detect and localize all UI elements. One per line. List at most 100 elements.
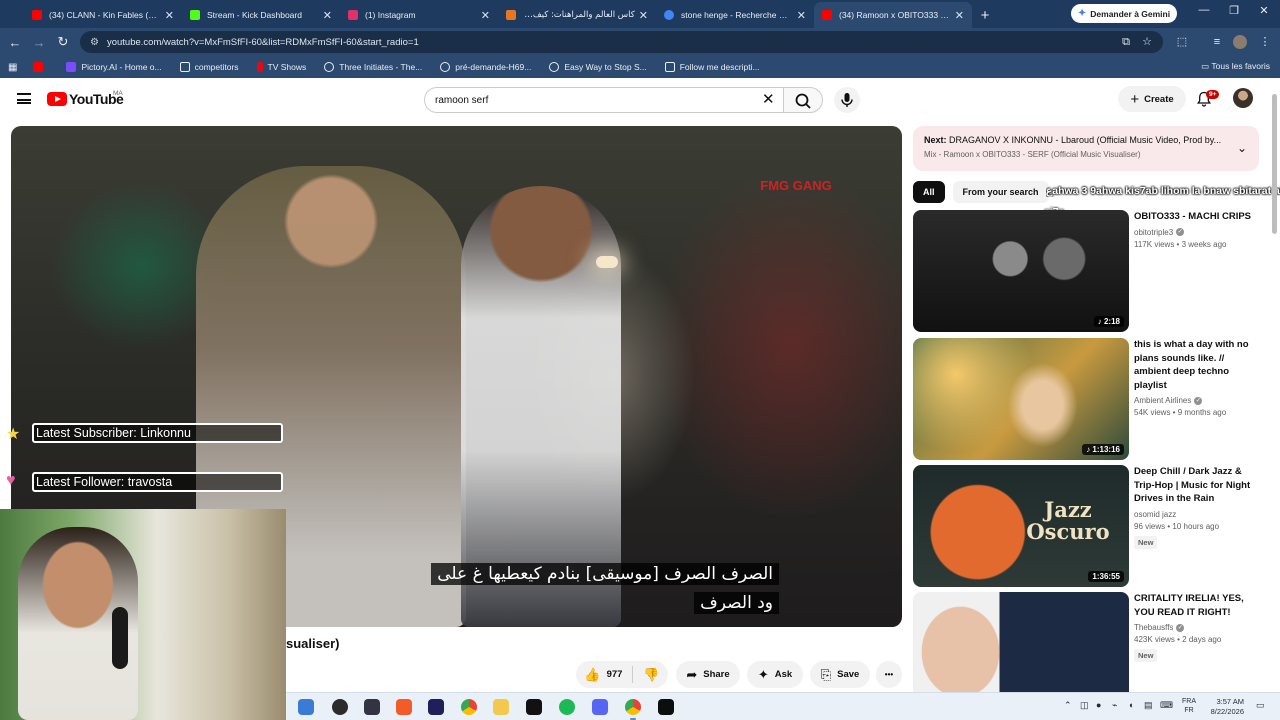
apps-grid-icon[interactable]: ▦	[8, 62, 17, 73]
search-button[interactable]	[783, 87, 823, 113]
notification-count-badge: 9+	[1206, 90, 1220, 99]
reading-list-icon[interactable]: ≡	[1210, 35, 1224, 49]
new-tab-button[interactable]: +	[972, 2, 998, 28]
browser-tab-5[interactable]: stone henge - Recherche Goog ✕	[656, 2, 814, 28]
tray-network-icon[interactable]: ▤	[1144, 700, 1153, 711]
recommendation-item[interactable]: ♪ 2:18 OBITO333 - MACHI CRIPS obitotripl…	[913, 210, 1263, 332]
close-tab-icon[interactable]: ✕	[797, 9, 806, 22]
install-app-icon[interactable]: ⧉	[1119, 35, 1133, 49]
tray-keyboard-icon[interactable]: ⌨	[1160, 700, 1173, 711]
notifications-center-icon[interactable]: ▭	[1256, 700, 1265, 711]
brave-icon[interactable]	[396, 699, 412, 715]
close-window-icon[interactable]: ✕	[1254, 4, 1274, 17]
bookmark-tv-shows[interactable]: TV Shows	[256, 62, 306, 72]
thumbs-down-icon[interactable]: 👎	[643, 667, 659, 683]
address-bar[interactable]: ⚙ youtube.com/watch?v=MxFmSfFI-60&list=R…	[80, 31, 1163, 53]
back-icon[interactable]: ←	[6, 33, 24, 51]
close-tab-icon[interactable]: ✕	[639, 9, 648, 22]
site-info-icon[interactable]: ⚙	[90, 37, 99, 48]
page-scrollbar[interactable]	[1271, 86, 1277, 690]
tray-audio-icon[interactable]: ◖	[1128, 700, 1133, 710]
video-thumbnail[interactable]: Jazz Oscuro 1:36:55	[913, 465, 1129, 587]
clear-search-icon[interactable]: ✕	[762, 90, 775, 108]
profile-avatar-icon[interactable]	[1233, 35, 1247, 49]
like-count[interactable]: 977	[607, 669, 623, 680]
scrollbar-thumb[interactable]	[1272, 94, 1277, 234]
close-tab-icon[interactable]: ✕	[481, 9, 490, 22]
user-avatar[interactable]	[1233, 88, 1253, 108]
save-button[interactable]: ⎘ Save	[810, 661, 870, 688]
bookmark-follow-me[interactable]: Follow me descripti...	[664, 62, 760, 72]
youtube-logo[interactable]: YouTube	[47, 91, 124, 107]
browser-tab-2[interactable]: Stream - Kick Dashboard ✕	[182, 2, 340, 28]
chrome-icon[interactable]	[625, 699, 641, 720]
spotify-icon[interactable]	[559, 699, 575, 715]
minimize-window-icon[interactable]: —	[1194, 4, 1214, 16]
bookmark-three-initiates[interactable]: Three Initiates - The...	[324, 62, 422, 72]
bookmark-competitors[interactable]: competitors	[179, 62, 239, 72]
tray-chevron-icon[interactable]: ⌃	[1064, 700, 1072, 711]
create-button[interactable]: + Create	[1118, 86, 1186, 112]
bookmark-pre-demande[interactable]: pré-demande-H69...	[440, 62, 531, 72]
tray-mic-icon[interactable]: ●	[1096, 700, 1101, 710]
gemini-button[interactable]: ✦ Demander à Gemini	[1071, 4, 1177, 23]
capcut-icon[interactable]	[526, 699, 542, 715]
recommendation-item[interactable]: Jazz Oscuro 1:36:55 Deep Chill / Dark Ja…	[913, 465, 1263, 587]
forward-icon[interactable]: →	[30, 33, 48, 51]
video-title[interactable]: this is what a day with no plans sounds …	[1134, 338, 1262, 392]
after-effects-icon[interactable]	[428, 699, 444, 715]
search-input[interactable]: ramoon serf	[424, 87, 783, 113]
video-brand-logo: FMG GANG	[760, 178, 832, 193]
close-tab-icon[interactable]: ✕	[165, 9, 174, 22]
extensions-icon[interactable]: ⬚	[1175, 35, 1189, 49]
davinci-icon[interactable]	[364, 699, 380, 715]
close-tab-icon[interactable]: ✕	[323, 9, 332, 22]
discord-icon[interactable]	[592, 699, 608, 715]
obs-icon[interactable]	[332, 699, 348, 715]
chrome-alt-icon[interactable]	[461, 699, 477, 715]
ask-button[interactable]: ✦ Ask	[747, 661, 803, 688]
video-thumbnail[interactable]: ♪ 1:13:16	[913, 338, 1129, 460]
more-actions-button[interactable]: •••	[876, 661, 902, 688]
chip-from-your-search[interactable]: From your search	[952, 181, 1049, 203]
browser-tab-4[interactable]: كأس العالم والمراهنات: كيف باع ✕	[498, 2, 656, 28]
chevron-down-icon[interactable]: ⌄	[1237, 141, 1247, 155]
share-button[interactable]: ➦ Share	[676, 661, 740, 688]
input-language[interactable]: FRA FR	[1182, 697, 1196, 715]
thumbs-up-icon[interactable]: 👍	[584, 667, 600, 683]
video-thumbnail[interactable]: ♪ 2:18	[913, 210, 1129, 332]
next-up-panel[interactable]: Next: DRAGANOV X INKONNU - Lbaroud (Offi…	[913, 126, 1259, 171]
video-title[interactable]: Deep Chill / Dark Jazz & Trip-Hop | Musi…	[1134, 465, 1262, 506]
bookmark-pictory[interactable]: Pictory.AI - Home o...	[66, 62, 162, 72]
video-thumbnail[interactable]	[913, 592, 1129, 692]
channel-name[interactable]: obitotriple3	[1134, 228, 1173, 237]
file-explorer-icon[interactable]	[493, 699, 509, 715]
channel-name[interactable]: Ambient Airlines	[1134, 396, 1191, 405]
bookmark-easy-way[interactable]: Easy Way to Stop S...	[549, 62, 647, 72]
menu-hamburger-icon[interactable]	[17, 93, 31, 104]
chip-all[interactable]: All	[913, 181, 945, 203]
widgets-icon[interactable]	[298, 699, 314, 715]
tray-usb-icon[interactable]: ⌁	[1112, 700, 1117, 711]
browser-tab-3[interactable]: (1) Instagram ✕	[340, 2, 498, 28]
menu-kebab-icon[interactable]: ⋮	[1258, 35, 1272, 49]
channel-name[interactable]: osomid jazz	[1134, 510, 1176, 519]
kick-app-icon[interactable]	[658, 699, 674, 715]
all-bookmarks-link[interactable]: ▭ Tous les favoris	[1201, 61, 1270, 72]
browser-tab-1[interactable]: (34) CLANN - Kin Fables (Full Al ✕	[24, 2, 182, 28]
restore-window-icon[interactable]: ❐	[1224, 4, 1244, 17]
video-title[interactable]: OBITO333 - MACHI CRIPS	[1134, 210, 1262, 224]
duration-text: 1:36:55	[1092, 572, 1120, 581]
reload-icon[interactable]: ↻	[54, 33, 72, 51]
close-tab-icon[interactable]: ✕	[955, 9, 964, 22]
recommendation-item[interactable]: ♪ 1:13:16 this is what a day with no pla…	[913, 338, 1263, 460]
bookmark-star-icon[interactable]: ☆	[1140, 35, 1154, 49]
recommendation-item[interactable]: CRITALITY IRELIA! YES, YOU READ IT RIGHT…	[913, 592, 1263, 692]
tray-app-icon[interactable]: ◫	[1080, 700, 1089, 711]
browser-tab-6-active[interactable]: (34) Ramoon x OBITO333 - SER ✕	[814, 2, 972, 28]
bookmark-youtube[interactable]	[33, 62, 48, 72]
voice-search-button[interactable]	[834, 87, 860, 113]
channel-name[interactable]: Thebausffs	[1134, 623, 1173, 632]
system-clock[interactable]: 3:57 AM 8/22/2026	[1202, 697, 1244, 717]
video-title[interactable]: CRITALITY IRELIA! YES, YOU READ IT RIGHT…	[1134, 592, 1262, 619]
